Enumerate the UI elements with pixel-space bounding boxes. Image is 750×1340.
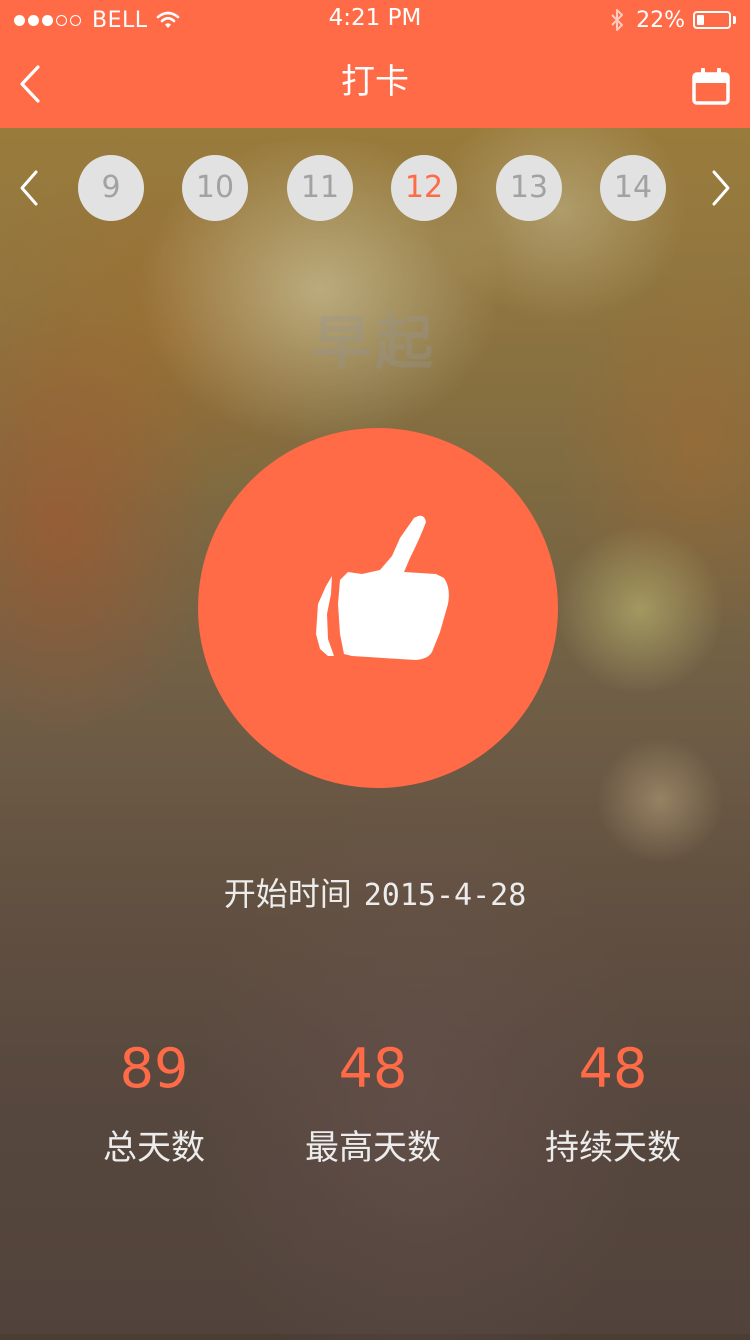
next-days-button[interactable] <box>706 167 736 209</box>
battery-percent: 22% <box>636 7 685 33</box>
day-item[interactable]: 9 <box>78 155 144 221</box>
nav-bar: 打卡 <box>0 40 750 128</box>
stat-value: 89 <box>119 1037 189 1100</box>
bluetooth-icon <box>611 9 624 31</box>
battery-fill <box>697 15 704 25</box>
battery-nub <box>733 16 736 24</box>
stat-value: 48 <box>338 1037 408 1100</box>
chevron-right-icon <box>712 170 730 206</box>
stat-streak-days: 48 持续天数 <box>503 1036 723 1170</box>
page-title: 打卡 <box>341 62 409 102</box>
start-date-label: 开始时间 <box>223 875 352 913</box>
calendar-button[interactable] <box>692 66 730 106</box>
stat-value: 48 <box>578 1037 648 1100</box>
day-item[interactable]: 10 <box>182 155 248 221</box>
status-bar: BELL 4:21 PM 22% <box>0 0 750 40</box>
start-date-value: 2015-4-28 <box>363 878 527 913</box>
day-selector: 9 10 11 12 13 14 <box>0 155 750 221</box>
day-item[interactable]: 11 <box>287 155 353 221</box>
previous-days-button[interactable] <box>14 167 44 209</box>
chevron-left-icon <box>20 170 38 206</box>
day-item[interactable]: 13 <box>496 155 562 221</box>
habit-title: 早起 <box>312 309 437 377</box>
day-item[interactable]: 14 <box>600 155 666 221</box>
stat-label: 最高天数 <box>305 1128 441 1168</box>
day-item[interactable]: 12 <box>391 155 457 221</box>
calendar-icon <box>692 68 730 105</box>
stat-label: 总天数 <box>103 1128 205 1168</box>
battery-icon <box>693 11 731 29</box>
start-date-line: 开始时间 2015-4-28 <box>0 872 750 918</box>
thumbs-up-icon <box>316 515 449 660</box>
stat-total-days: 89 总天数 <box>44 1036 264 1170</box>
status-right: 22% <box>610 6 736 34</box>
stat-label: 持续天数 <box>545 1128 681 1168</box>
stat-max-days: 48 最高天数 <box>263 1036 483 1170</box>
checkin-button[interactable] <box>198 428 558 788</box>
